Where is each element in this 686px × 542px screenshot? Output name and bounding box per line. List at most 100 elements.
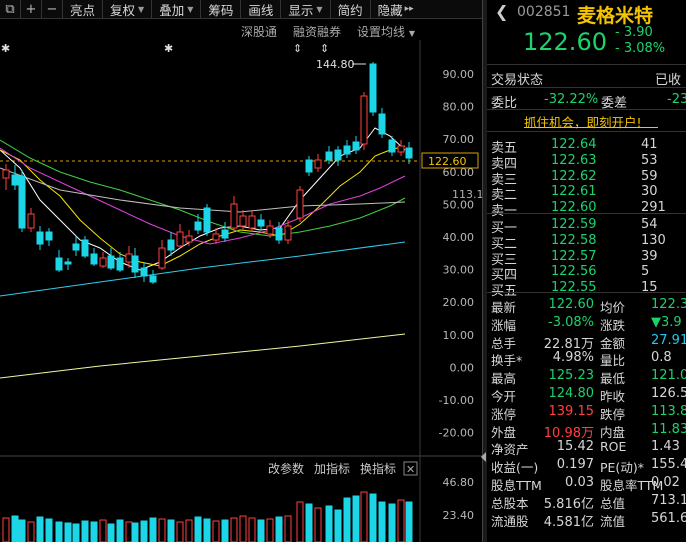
- candle-body: [248, 215, 256, 229]
- stat-value: 122.60: [548, 297, 595, 312]
- stats-row: 总股本 5.816亿 总值 713.1: [487, 492, 686, 512]
- divider: [487, 131, 686, 132]
- candle-body: [140, 267, 148, 277]
- bid-row[interactable]: 买一 122.59 54: [487, 216, 686, 236]
- bid-row[interactable]: 买三 122.57 39: [487, 248, 686, 268]
- plus-icon[interactable]: +: [21, 0, 42, 18]
- collapse-arrow-icon[interactable]: [481, 452, 486, 462]
- margin-link[interactable]: 融资融券: [293, 23, 341, 39]
- candle-body: [167, 239, 175, 251]
- candle-body: [275, 227, 283, 241]
- stat-value: 155.4: [651, 457, 686, 473]
- stat-value: 0.197: [556, 457, 594, 473]
- overlay-button[interactable]: 叠加 ▼: [152, 0, 202, 18]
- price-axis-tick: 30.00: [443, 264, 475, 277]
- candle-body: [185, 235, 193, 243]
- ask-row[interactable]: 卖二 122.61 30: [487, 183, 686, 203]
- volume-bar: [275, 516, 283, 542]
- divider: [487, 109, 686, 110]
- ask-row[interactable]: 卖三 122.62 59: [487, 168, 686, 188]
- ratio-value: -32.22%: [544, 92, 599, 107]
- current-price-tag: 122.60: [428, 155, 467, 168]
- indicator-tab[interactable]: 换指标: [360, 461, 396, 476]
- promo-link[interactable]: 抓住机会，即刻开户!: [524, 112, 642, 131]
- display-button[interactable]: 显示 ▼: [281, 0, 331, 18]
- stat-value: 4.98%: [552, 350, 594, 366]
- divider: [487, 292, 686, 293]
- candle-body: [36, 231, 44, 245]
- chips-button[interactable]: 筹码: [201, 0, 242, 18]
- stat-value: 27.91: [651, 332, 686, 348]
- trade-status-value: 已收: [655, 73, 682, 88]
- candle-body: [266, 225, 274, 235]
- candle-body: [203, 207, 211, 233]
- chevron-down-icon: ▼: [187, 4, 194, 14]
- last-price: 122.60: [523, 28, 607, 56]
- stat-value: ▼3.9: [651, 314, 682, 330]
- chevron-down-icon: ▼: [408, 29, 415, 38]
- candle-body: [239, 215, 247, 227]
- candle-body: [131, 255, 139, 273]
- indicator-tab[interactable]: 加指标: [314, 461, 350, 476]
- candle-body: [257, 219, 265, 227]
- stats-row: 总手 22.81万 金额 27.91: [487, 332, 686, 352]
- volume-bar: [266, 518, 274, 542]
- candle-body: [45, 231, 53, 241]
- candle-body: [27, 213, 35, 229]
- stat-value: 122.3: [651, 297, 686, 312]
- chevron-down-icon: ▼: [316, 4, 323, 14]
- display-label: 显示: [288, 2, 314, 18]
- adjust-button[interactable]: 复权 ▼: [103, 0, 153, 18]
- stats-row: 涨停 139.15 跌停 113.8: [487, 403, 686, 422]
- volume-bar: [325, 505, 333, 542]
- ma250-line: [0, 333, 406, 379]
- level-price: 122.58: [551, 232, 597, 248]
- volume-bar: [107, 523, 115, 542]
- level-volume: 41: [641, 137, 658, 152]
- candle-body: [405, 147, 413, 159]
- ask-row[interactable]: 卖五 122.64 41: [487, 136, 686, 156]
- ma-settings-link[interactable]: 设置均线 ▼: [357, 23, 415, 39]
- price-axis-tick: 0.00: [450, 361, 475, 374]
- volume-bar: [81, 520, 89, 542]
- quote-panel: ❮ 002851 麦格米特 122.60 - 3.90 - 3.08% 交易状态…: [487, 0, 686, 542]
- stat-value: 126.5: [651, 386, 686, 401]
- price-axis-tick: 80.00: [443, 101, 475, 114]
- bid-row[interactable]: 买四 122.56 5: [487, 263, 686, 283]
- indicator-tab[interactable]: 改参数: [268, 461, 304, 476]
- overlay-label: 叠加: [159, 2, 185, 18]
- volume-bar: [27, 521, 35, 542]
- simple-button[interactable]: 简约: [331, 0, 371, 18]
- volume-bar: [116, 519, 124, 542]
- candlestick-chart[interactable]: 90.0080.0070.0060.0050.0040.0030.0020.00…: [0, 40, 482, 542]
- stat-value: 15.42: [556, 439, 594, 455]
- volume-bar: [36, 516, 44, 542]
- stat-value: -3.08%: [548, 314, 594, 330]
- candle-body: [360, 95, 368, 145]
- level-volume: 54: [641, 217, 658, 232]
- candle-body: [158, 247, 166, 269]
- stat-label: 流通股: [491, 513, 529, 529]
- volume-bar: [131, 522, 139, 542]
- candle-body: [11, 174, 19, 186]
- stat-value: 1.43: [651, 439, 680, 455]
- volume-bar: [405, 501, 413, 542]
- peak-price-label: 144.80: [316, 58, 355, 71]
- minus-icon[interactable]: −: [42, 0, 63, 18]
- draw-line-button[interactable]: 画线: [241, 0, 282, 18]
- hide-button[interactable]: 隐藏 ▸▸: [371, 0, 421, 18]
- volume-bar: [203, 518, 211, 542]
- more-icon[interactable]: ▸▸: [405, 4, 414, 14]
- candle-body: [81, 239, 89, 257]
- level-volume: 39: [641, 248, 658, 264]
- back-icon[interactable]: ❮: [495, 2, 508, 21]
- ask-row[interactable]: 卖四 122.63 53: [487, 152, 686, 172]
- candle-body: [90, 253, 98, 265]
- highlight-button[interactable]: 亮点: [63, 0, 104, 18]
- candle-body: [176, 231, 184, 247]
- bid-row[interactable]: 买二 122.58 130: [487, 232, 686, 252]
- price-axis: 90.0080.0070.0060.0050.0040.0030.0020.00…: [439, 68, 474, 440]
- sh-connect-link[interactable]: 深股通: [241, 23, 277, 39]
- window-icon[interactable]: ⧉: [0, 0, 21, 18]
- candle-body: [397, 145, 405, 153]
